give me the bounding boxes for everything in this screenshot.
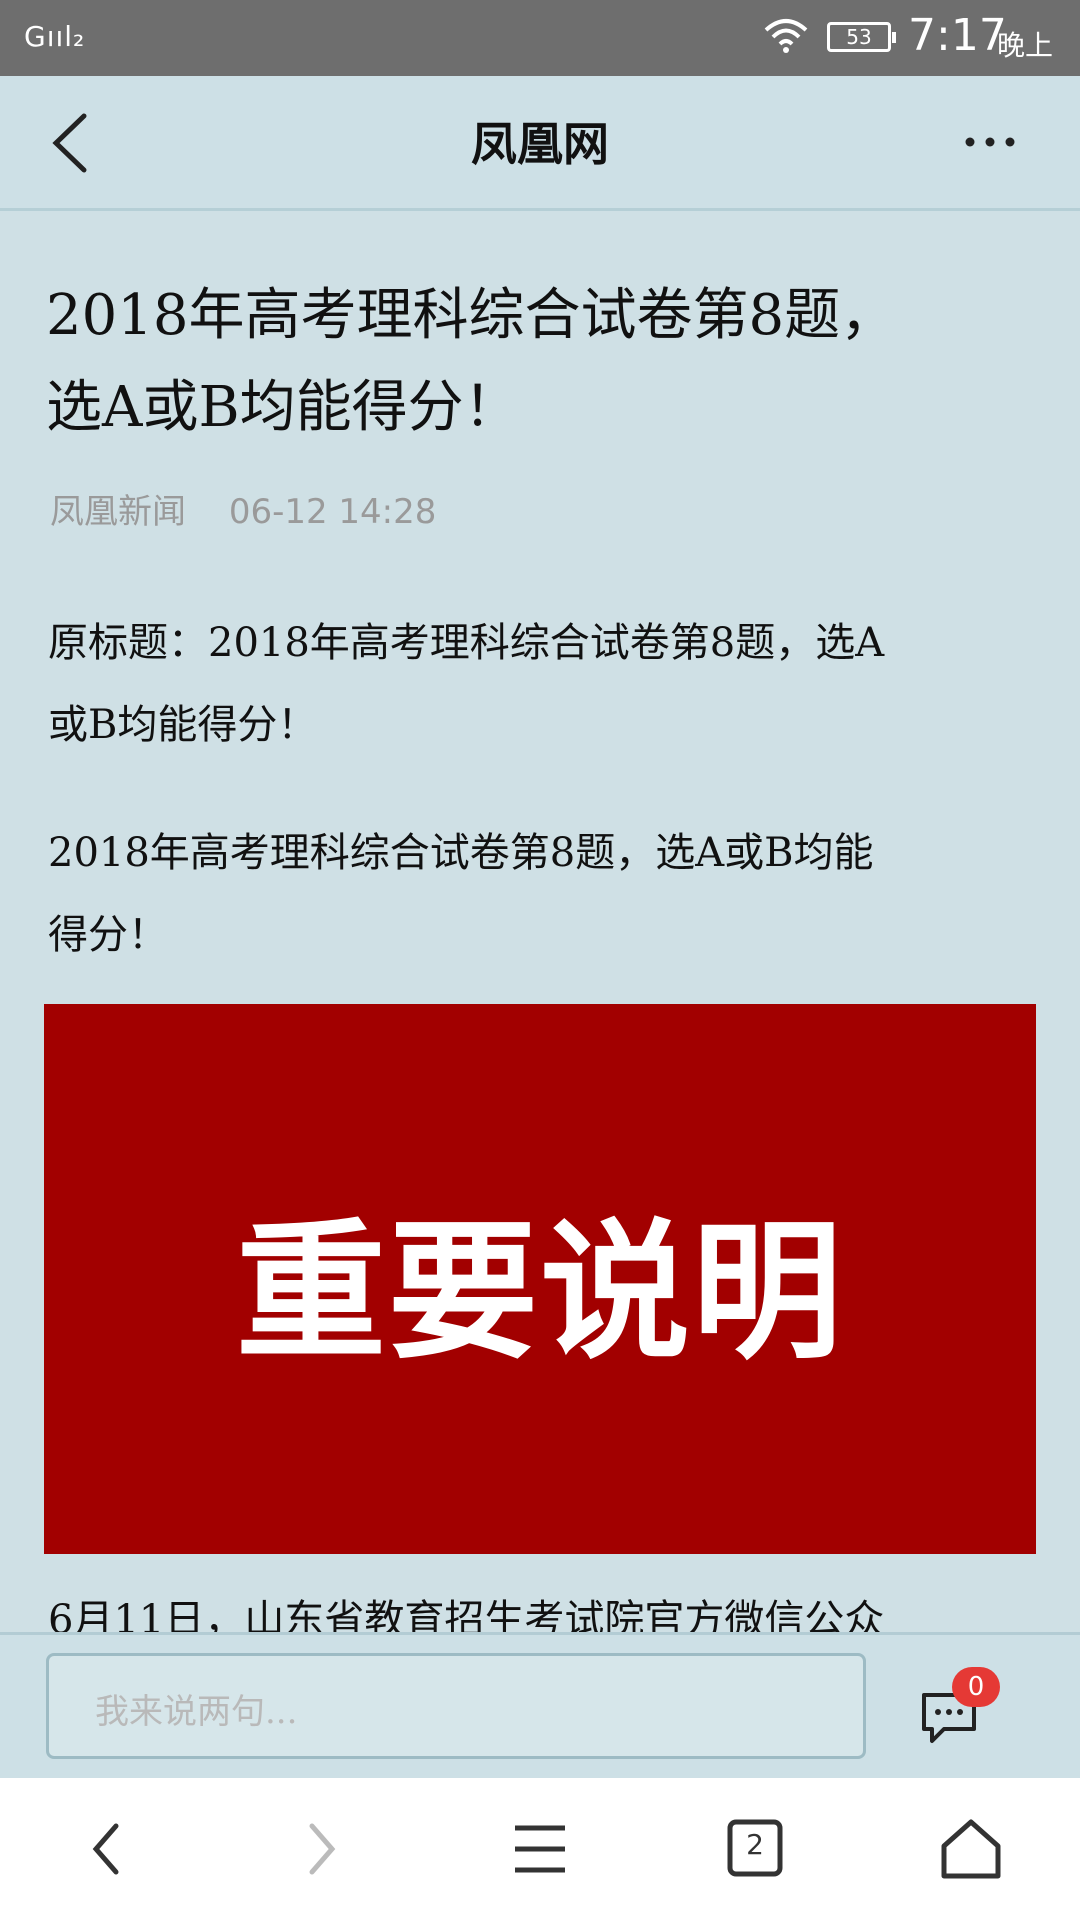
- status-bar: Gııl₂ 53 7:17 晚上: [0, 0, 1080, 76]
- article-title: 2018年高考理科综合试卷第8题， 选A或B均能得分！: [46, 270, 1036, 454]
- more-dots-icon[interactable]: [960, 122, 1020, 162]
- bottom-navigation: 2: [0, 1778, 1080, 1920]
- article-title-line: 2018年高考理科综合试卷第8题，: [46, 283, 897, 348]
- forward-arrow-icon[interactable]: [286, 1814, 356, 1884]
- paragraph-line: 或B均能得分！: [48, 702, 318, 748]
- page-title: 凤凰网: [471, 117, 609, 171]
- paragraph-line: 得分！: [48, 912, 168, 958]
- signal-indicator: Gııl₂: [24, 20, 86, 53]
- menu-icon[interactable]: [505, 1814, 575, 1884]
- article-source[interactable]: 凤凰新闻: [50, 492, 186, 532]
- home-icon[interactable]: [936, 1814, 1006, 1884]
- article-image-banner[interactable]: 重要说明: [44, 1004, 1036, 1554]
- clock: 7:17: [908, 10, 1007, 61]
- paragraph-line: 2018年高考理科综合试卷第8题，选A或B均能: [48, 830, 874, 876]
- back-arrow-icon[interactable]: [72, 1814, 142, 1884]
- tabs-button[interactable]: 2: [720, 1814, 790, 1884]
- comment-input[interactable]: 我来说两句...: [46, 1653, 866, 1759]
- battery-indicator: 53: [827, 22, 896, 52]
- wifi-icon: [764, 19, 808, 53]
- article-datetime: 06-12 14:28: [228, 492, 437, 532]
- banner-text: 重要说明: [235, 1203, 844, 1380]
- clock-period: 晚上: [997, 29, 1054, 62]
- paragraph-line: 原标题：2018年高考理科综合试卷第8题，选A: [48, 620, 885, 666]
- tab-count: 2: [746, 1828, 764, 1861]
- article-paragraph-partial: 6月11日，山东省教育招生考试院官方微信公众: [48, 1597, 885, 1634]
- comment-count-badge: 0: [952, 1667, 1000, 1707]
- article-paragraph: 2018年高考理科综合试卷第8题，选A或B均能 得分！: [48, 812, 1038, 976]
- article-paragraph: 原标题：2018年高考理科综合试卷第8题，选A 或B均能得分！: [48, 602, 1038, 766]
- comment-bar: 我来说两句... 0: [0, 1632, 1080, 1781]
- app-header: 凤凰网: [0, 76, 1080, 211]
- article-meta: 凤凰新闻 06-12 14:28: [50, 484, 436, 533]
- article-title-line: 选A或B均能得分！: [46, 375, 520, 440]
